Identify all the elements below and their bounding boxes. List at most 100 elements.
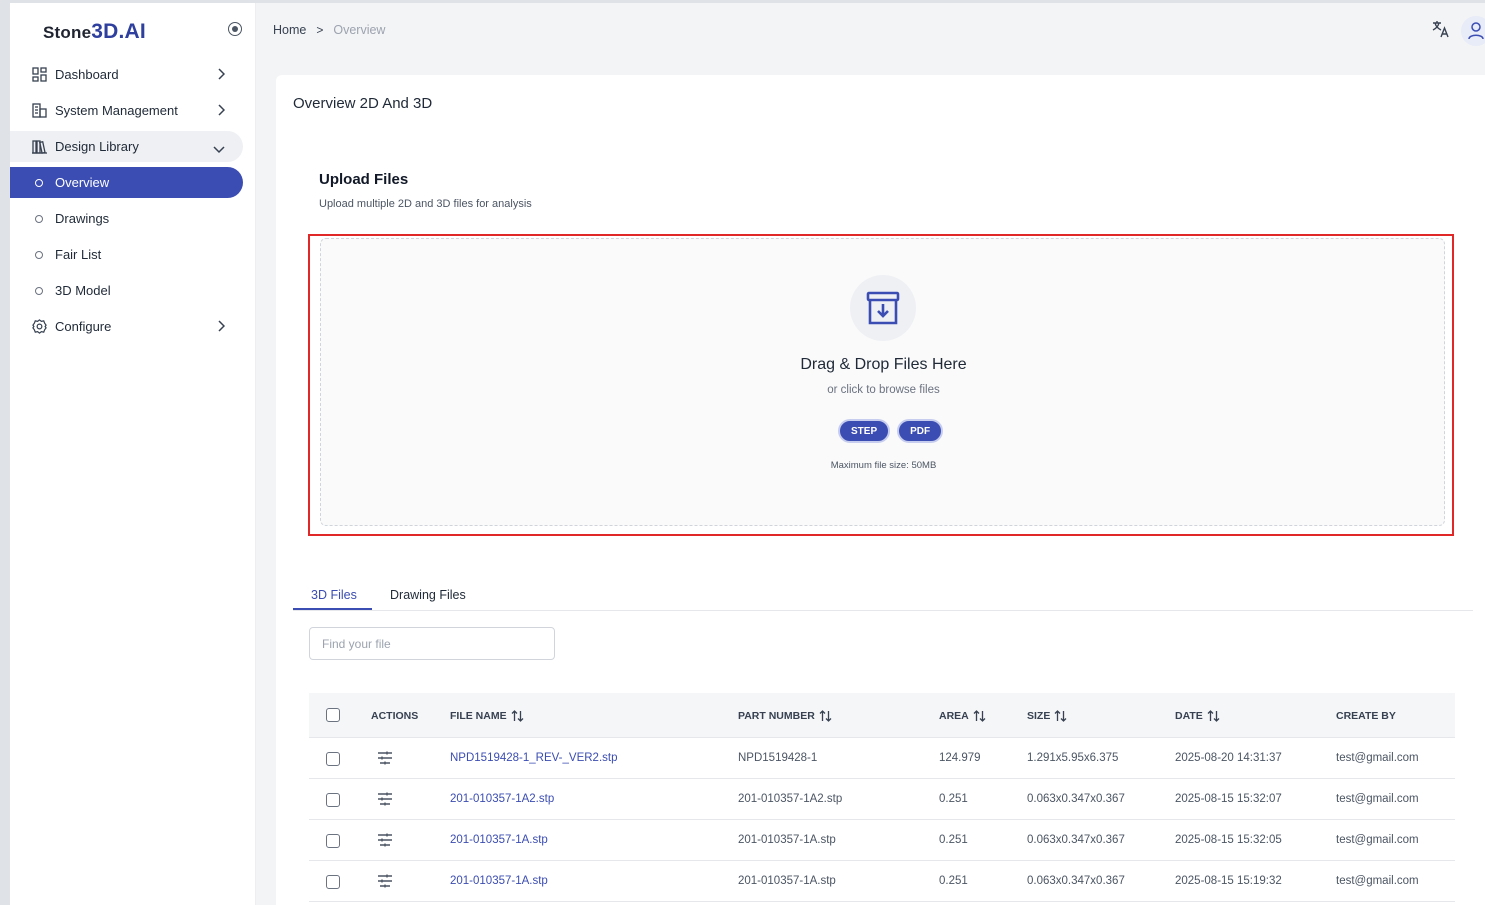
sort-icon (973, 710, 986, 722)
tab-drawing-files[interactable]: Drawing Files (390, 588, 466, 602)
column-header-file-name[interactable]: FILE NAME (450, 710, 524, 722)
column-header-actions: ACTIONS (371, 710, 419, 722)
breadcrumb-home[interactable]: Home (273, 23, 306, 37)
sidebar-subitem-fair-list[interactable]: Fair List (10, 239, 243, 270)
user-avatar-icon[interactable] (1461, 16, 1485, 46)
created-by: test@gmail.com (1336, 793, 1419, 805)
file-name-link[interactable]: NPD1519428-1_REV-_VER2.stp (450, 752, 618, 764)
format-badge-pdf: PDF (897, 419, 944, 443)
sidebar-item-label: System Management (55, 103, 178, 118)
dropzone-title: Drag & Drop Files Here (800, 356, 967, 373)
size-value: 0.063x0.347x0.367 (1027, 793, 1125, 805)
date-value: 2025-08-20 14:31:37 (1175, 752, 1282, 764)
row-actions-icon[interactable] (377, 833, 393, 852)
table-header: ACTIONS FILE NAME PART NUMBER AREA SIZE … (309, 693, 1455, 738)
column-header-size[interactable]: SIZE (1027, 710, 1067, 722)
column-header-area[interactable]: AREA (939, 710, 986, 722)
files-table: ACTIONS FILE NAME PART NUMBER AREA SIZE … (309, 693, 1455, 902)
circle-icon (35, 250, 43, 259)
part-number: 201-010357-1A.stp (738, 834, 836, 846)
file-tabs: 3D Files Drawing Files (293, 581, 1473, 611)
building-icon (30, 102, 48, 120)
row-checkbox[interactable] (326, 752, 340, 766)
area-value: 0.251 (939, 834, 968, 846)
part-number: 201-010357-1A.stp (738, 875, 836, 887)
size-value: 0.063x0.347x0.367 (1027, 834, 1125, 846)
date-value: 2025-08-15 15:19:32 (1175, 875, 1282, 887)
size-value: 1.291x5.95x6.375 (1027, 752, 1119, 764)
breadcrumb-current: Overview (333, 23, 386, 37)
file-name-link[interactable]: 201-010357-1A2.stp (450, 793, 554, 805)
chevron-right-icon (217, 104, 226, 119)
table-row: 201-010357-1A.stp 201-010357-1A.stp 0.25… (309, 861, 1455, 902)
sidebar-subitem-label: Overview (55, 175, 110, 190)
row-checkbox[interactable] (326, 875, 340, 889)
created-by: test@gmail.com (1336, 834, 1419, 846)
row-actions-icon[interactable] (377, 751, 393, 770)
sidebar-item-dashboard[interactable]: Dashboard (10, 59, 243, 90)
library-icon (30, 138, 48, 156)
circle-icon (35, 178, 43, 187)
search-input[interactable] (309, 627, 555, 660)
created-by: test@gmail.com (1336, 875, 1419, 887)
chevron-right-icon (217, 68, 226, 83)
dashboard-icon (30, 66, 48, 84)
date-value: 2025-08-15 15:32:05 (1175, 834, 1282, 846)
sidebar-item-design-library[interactable]: Design Library (10, 131, 243, 162)
circle-icon (35, 214, 43, 223)
chevron-right-icon (217, 320, 226, 335)
tab-3d-files[interactable]: 3D Files (311, 588, 357, 602)
sidebar-item-configure[interactable]: Configure (10, 311, 243, 342)
file-name-link[interactable]: 201-010357-1A.stp (450, 834, 548, 846)
column-header-date[interactable]: DATE (1175, 710, 1220, 722)
sidebar-item-label: Design Library (55, 139, 139, 154)
size-value: 0.063x0.347x0.367 (1027, 875, 1125, 887)
chevron-down-icon (213, 142, 225, 157)
row-checkbox[interactable] (326, 834, 340, 848)
area-value: 0.251 (939, 793, 968, 805)
brand-part1: Stone (43, 23, 92, 42)
sidebar-toggle-icon[interactable] (228, 22, 242, 36)
breadcrumb: Home > Overview (273, 23, 385, 37)
sort-icon (819, 710, 832, 722)
brand-part2: 3D.AI (91, 20, 146, 43)
circle-icon (35, 286, 43, 295)
sidebar-subitem-drawings[interactable]: Drawings (10, 203, 243, 234)
topbar-actions (1431, 16, 1485, 46)
sort-icon (511, 710, 524, 722)
file-name-link[interactable]: 201-010357-1A.stp (450, 875, 548, 887)
dropzone-subtitle: or click to browse files (827, 384, 940, 396)
translate-icon[interactable] (1431, 19, 1451, 44)
table-row: NPD1519428-1_REV-_VER2.stp NPD1519428-1 … (309, 738, 1455, 779)
sidebar-subitem-label: 3D Model (55, 283, 111, 298)
upload-dropzone[interactable]: Drag & Drop Files Here or click to brows… (320, 238, 1445, 526)
part-number: 201-010357-1A2.stp (738, 793, 843, 805)
main-card: Overview 2D And 3D Upload Files Upload m… (276, 75, 1485, 905)
row-actions-icon[interactable] (377, 792, 393, 811)
area-value: 0.251 (939, 875, 968, 887)
column-header-create-by: CREATE BY (1336, 710, 1396, 722)
date-value: 2025-08-15 15:32:07 (1175, 793, 1282, 805)
upload-subtitle: Upload multiple 2D and 3D files for anal… (319, 198, 532, 210)
sidebar-subitem-overview[interactable]: Overview (10, 167, 243, 198)
select-all-checkbox[interactable] (326, 708, 340, 722)
sort-icon (1207, 710, 1220, 722)
part-number: NPD1519428-1 (738, 752, 818, 764)
max-file-size: Maximum file size: 50MB (830, 460, 937, 471)
sidebar-subitem-label: Drawings (55, 211, 110, 226)
row-checkbox[interactable] (326, 793, 340, 807)
page-title: Overview 2D And 3D (293, 95, 433, 112)
sort-icon (1054, 710, 1067, 722)
sidebar-subitem-label: Fair List (55, 247, 102, 262)
sidebar-item-label: Dashboard (55, 67, 119, 82)
upload-title: Upload Files (319, 171, 409, 188)
sidebar-subitem-3d-model[interactable]: 3D Model (10, 275, 243, 306)
brand-logo[interactable]: Stone3D.AI (43, 20, 146, 44)
column-header-part-number[interactable]: PART NUMBER (738, 710, 832, 722)
sidebar-item-system-management[interactable]: System Management (10, 95, 243, 126)
table-row: 201-010357-1A.stp 201-010357-1A.stp 0.25… (309, 820, 1455, 861)
row-actions-icon[interactable] (377, 874, 393, 893)
gear-icon (30, 318, 48, 336)
sidebar: Stone3D.AI Dashboard System Management D… (10, 3, 256, 905)
sidebar-item-label: Configure (55, 319, 112, 334)
